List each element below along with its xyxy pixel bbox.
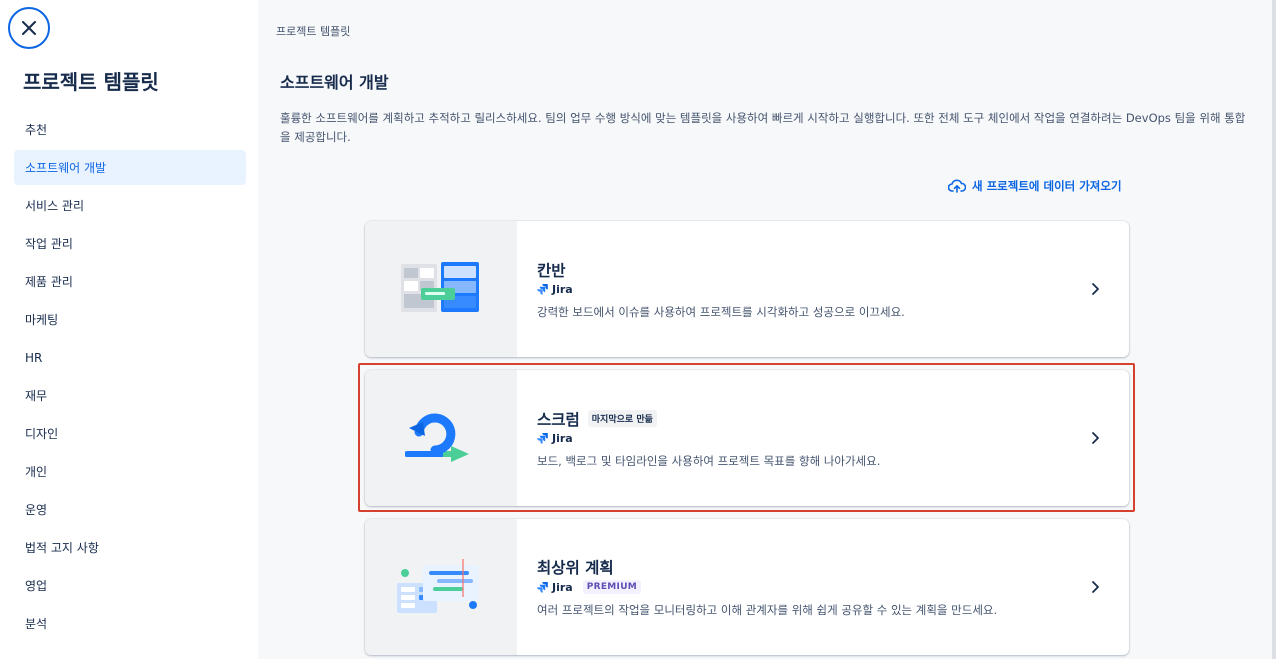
template-card-kanban[interactable]: 칸반 Jira 강력한 보드에서 이슈를 사용하여 프로젝트를 시각화하고 성공… xyxy=(365,221,1129,357)
product-name: Jira xyxy=(552,580,573,594)
chevron-right-icon xyxy=(1092,432,1099,444)
card-title: 최상위 계획 xyxy=(537,559,614,577)
planning-illustration xyxy=(365,519,517,655)
card-description: 보드, 백로그 및 타임라인을 사용하여 프로젝트 목표를 향해 나아가세요. xyxy=(537,453,881,468)
sidebar-item-design[interactable]: 디자인 xyxy=(14,416,246,451)
product-name: Jira xyxy=(552,282,573,296)
sidebar-item-recommended[interactable]: 추천 xyxy=(14,112,246,147)
category-description: 훌륭한 소프트웨어를 계획하고 추적하고 릴리스하세요. 팀의 업무 수행 방식… xyxy=(280,111,1246,144)
template-card-scrum[interactable]: 스크럼 마지막으로 만듦 Jira 보드, 백로그 및 타임라인을 사용하여 프… xyxy=(365,370,1129,506)
sidebar-item-service-management[interactable]: 서비스 관리 xyxy=(14,188,246,223)
scrum-illustration xyxy=(365,370,517,506)
sidebar-item-software-development[interactable]: 소프트웨어 개발 xyxy=(14,150,246,185)
product-name: Jira xyxy=(552,431,573,445)
sidebar-item-finance[interactable]: 재무 xyxy=(14,378,246,413)
sidebar: 프로젝트 템플릿 추천 소프트웨어 개발 서비스 관리 작업 관리 제품 관리 … xyxy=(0,0,258,659)
main-content: 프로젝트 템플릿 소프트웨어 개발 훌륭한 소프트웨어를 계획하고 추적하고 릴… xyxy=(258,0,1276,659)
breadcrumb[interactable]: 프로젝트 템플릿 xyxy=(276,23,350,39)
sidebar-item-marketing[interactable]: 마케팅 xyxy=(14,302,246,337)
close-button[interactable] xyxy=(8,7,50,49)
cloud-upload-icon xyxy=(948,179,966,193)
premium-badge: PREMIUM xyxy=(582,580,642,594)
kanban-illustration xyxy=(365,221,517,357)
category-nav: 추천 소프트웨어 개발 서비스 관리 작업 관리 제품 관리 마케팅 HR 재무… xyxy=(14,112,246,644)
template-card-top-level-planning[interactable]: 최상위 계획 Jira PREMIUM 여러 프로젝트의 작업을 모니터링하고 … xyxy=(365,519,1129,655)
sidebar-item-legal[interactable]: 법적 고지 사항 xyxy=(14,530,246,565)
sidebar-item-sales[interactable]: 영업 xyxy=(14,568,246,603)
import-data-label: 새 프로젝트에 데이터 가져오기 xyxy=(972,179,1122,193)
card-body: 최상위 계획 Jira PREMIUM 여러 프로젝트의 작업을 모니터링하고 … xyxy=(517,519,1129,655)
card-title: 칸반 xyxy=(537,261,566,280)
sidebar-item-hr[interactable]: HR xyxy=(14,340,246,375)
chevron-right-icon xyxy=(1092,283,1099,295)
chevron-right-icon xyxy=(1092,581,1099,593)
page-title: 소프트웨어 개발 xyxy=(280,73,389,92)
sidebar-title: 프로젝트 템플릿 xyxy=(23,70,159,94)
sidebar-item-personal[interactable]: 개인 xyxy=(14,454,246,489)
jira-icon xyxy=(537,283,548,295)
card-body: 스크럼 마지막으로 만듦 Jira 보드, 백로그 및 타임라인을 사용하여 프… xyxy=(517,370,1129,506)
sidebar-item-product-management[interactable]: 제품 관리 xyxy=(14,264,246,299)
sidebar-item-analytics[interactable]: 분석 xyxy=(14,606,246,641)
close-icon xyxy=(22,21,36,35)
scrollbar[interactable] xyxy=(1272,0,1276,659)
card-description: 여러 프로젝트의 작업을 모니터링하고 이해 관계자를 위해 쉽게 공유할 수 … xyxy=(537,603,998,617)
jira-icon xyxy=(537,432,548,444)
card-description: 강력한 보드에서 이슈를 사용하여 프로젝트를 시각화하고 성공으로 이끄세요. xyxy=(537,304,905,319)
last-created-badge: 마지막으로 만듦 xyxy=(587,410,657,427)
card-title: 스크럼 xyxy=(537,410,580,429)
sidebar-item-operations[interactable]: 운영 xyxy=(14,492,246,527)
card-body: 칸반 Jira 강력한 보드에서 이슈를 사용하여 프로젝트를 시각화하고 성공… xyxy=(517,221,1129,357)
import-data-link[interactable]: 새 프로젝트에 데이터 가져오기 xyxy=(948,178,1122,194)
sidebar-item-work-management[interactable]: 작업 관리 xyxy=(14,226,246,261)
jira-icon xyxy=(537,581,548,593)
